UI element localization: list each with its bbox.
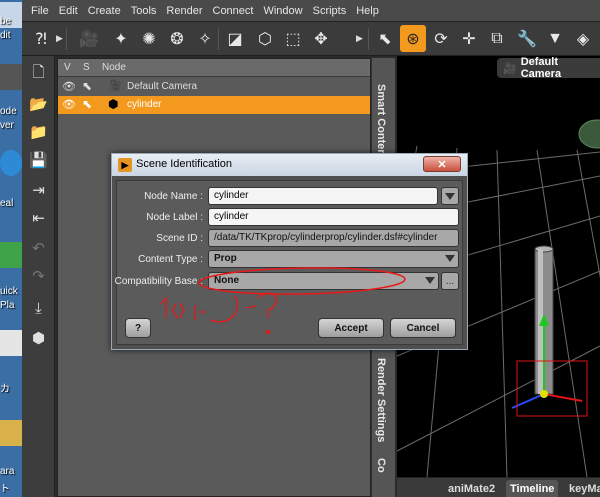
red-annotation — [160, 267, 406, 335]
